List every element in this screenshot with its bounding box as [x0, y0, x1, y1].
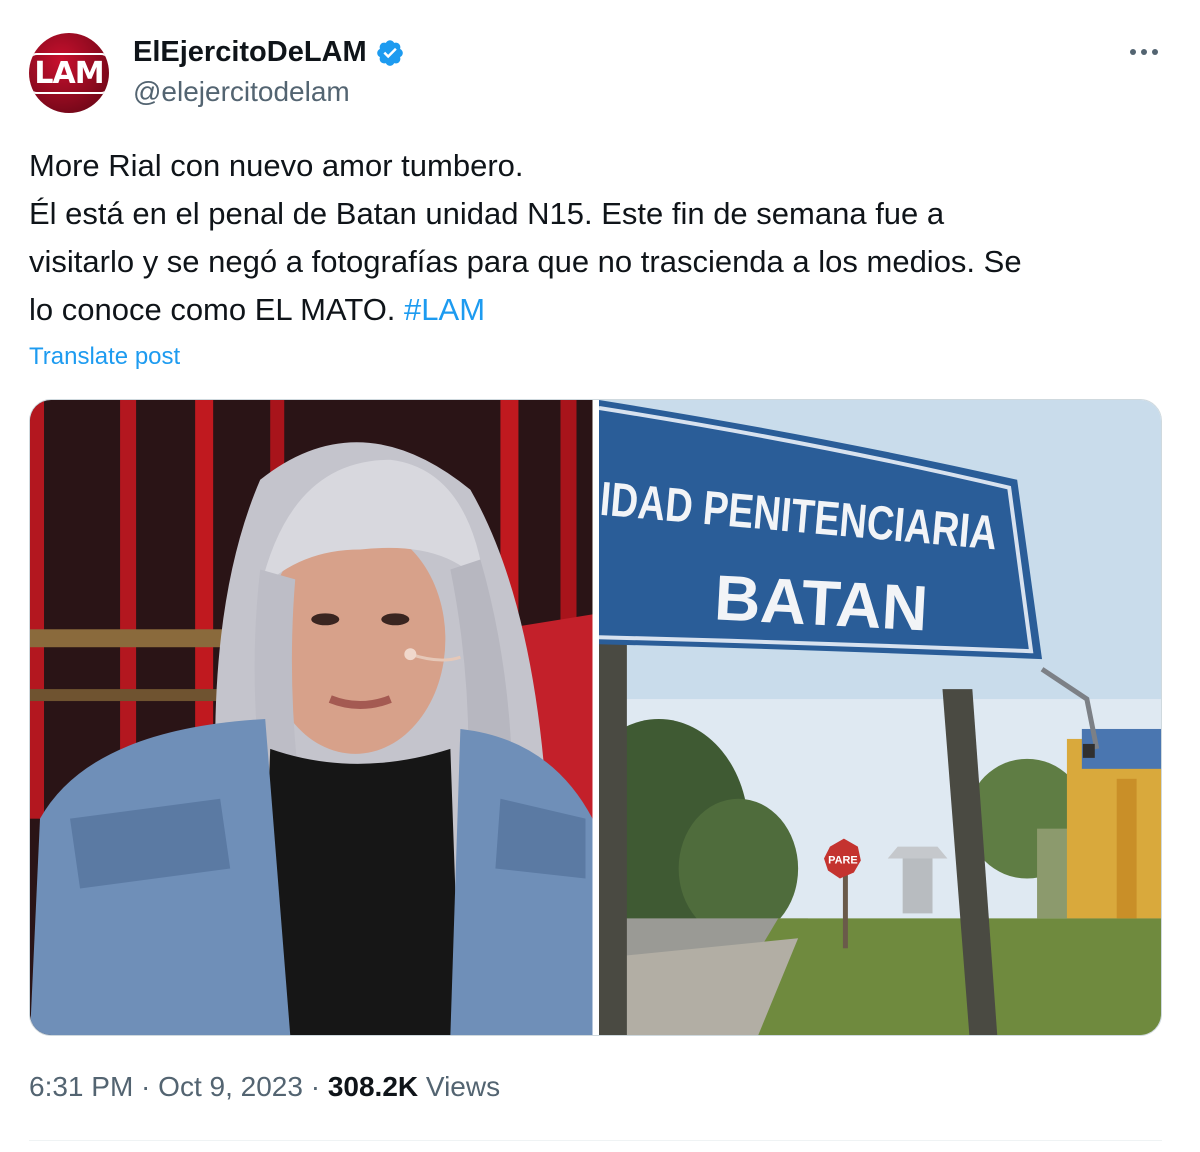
prison-sign-image: PARE IDAD PENITENCIARIA BATAN: [598, 400, 1161, 1035]
tweet-text-line: More Rial con nuevo amor tumbero.: [29, 148, 524, 183]
tweet-text: More Rial con nuevo amor tumbero. Él est…: [29, 142, 1169, 334]
media-photo-left[interactable]: [30, 400, 593, 1035]
translate-post-link[interactable]: Translate post: [29, 343, 180, 371]
media-photo-right[interactable]: PARE IDAD PENITENCIARIA BATAN: [598, 400, 1161, 1035]
tweet: LAM ElEjercitoDeLAM @elejercitodelam Mor…: [0, 0, 1200, 1152]
meta-separator: ·: [302, 1071, 328, 1102]
divider: [29, 1140, 1162, 1141]
avatar-logo: LAM: [29, 52, 109, 94]
sign-line-2: BATAN: [712, 561, 929, 644]
tweet-text-line: visitarlo y se negó a fotografías para q…: [29, 244, 1022, 279]
display-name[interactable]: ElEjercitoDeLAM: [133, 36, 367, 69]
stop-sign-text: PARE: [828, 855, 858, 867]
views-count[interactable]: 308.2K: [328, 1071, 418, 1102]
media-grid: PARE IDAD PENITENCIARIA BATAN: [29, 399, 1162, 1036]
tweet-time[interactable]: 6:31 PM: [29, 1071, 133, 1102]
avatar[interactable]: LAM: [29, 33, 109, 113]
tweet-date[interactable]: Oct 9, 2023: [158, 1071, 303, 1102]
tweet-text-line: lo conoce como EL MATO. #LAM: [29, 286, 1169, 334]
more-options-icon[interactable]: [1124, 40, 1164, 64]
author-name-row: ElEjercitoDeLAM: [133, 36, 405, 69]
tweet-text-line: Él está en el penal de Batan unidad N15.…: [29, 196, 945, 231]
hashtag-link[interactable]: #LAM: [404, 292, 485, 327]
verified-badge-icon: [376, 39, 403, 66]
tweet-text-segment: lo conoce como EL MATO.: [29, 292, 405, 327]
meta-separator: ·: [133, 1071, 159, 1102]
woman-portrait-image: [30, 400, 593, 1035]
tweet-meta: 6:31 PM · Oct 9, 2023 · 308.2K Views: [29, 1071, 500, 1103]
handle[interactable]: @elejercitodelam: [133, 76, 350, 108]
views-label: Views: [418, 1071, 501, 1102]
